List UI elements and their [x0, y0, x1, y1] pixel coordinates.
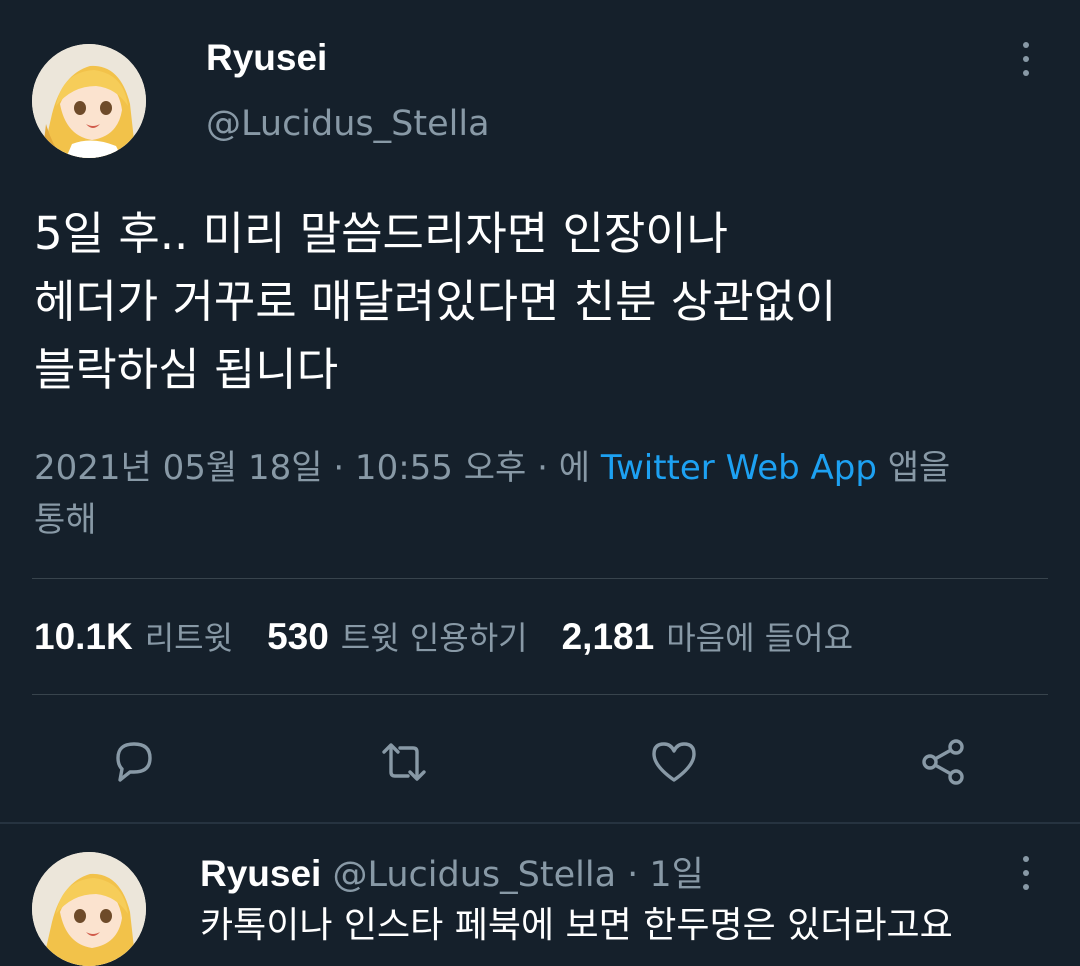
tweet-text-line: 블락하심 됩니다	[34, 343, 339, 396]
avatar-illustration	[32, 852, 146, 966]
avatar-illustration	[32, 44, 146, 158]
tweet-text-line: 5일 후.. 미리 말씀드리자면 인장이나	[34, 207, 729, 260]
reply-text: 카톡이나 인스타 페북에 보면 한두명은 있더라고요	[200, 905, 953, 946]
tweet-text: 5일 후.. 미리 말씀드리자면 인장이나 헤더가 거꾸로 매달려있다면 친분 …	[34, 200, 1054, 404]
reply-handle-time[interactable]: @Lucidus_Stella · 1일	[332, 855, 703, 895]
speech-bubble-icon	[116, 742, 152, 782]
dot	[1023, 70, 1029, 76]
dot	[1023, 56, 1029, 62]
reply-author-avatar[interactable]	[32, 852, 146, 966]
divider	[32, 578, 1048, 579]
share-nodes-icon	[922, 739, 964, 785]
likes-count: 2,181	[561, 616, 655, 657]
author-display-name[interactable]: Ryusei	[206, 38, 327, 78]
dot	[1023, 884, 1029, 890]
retweets-label: 리트윗	[144, 619, 234, 657]
heart-icon	[652, 742, 696, 782]
reply-button[interactable]	[108, 736, 160, 788]
quotes-stat[interactable]: 530 트윗 인용하기	[267, 614, 528, 661]
more-options-icon[interactable]	[1016, 42, 1036, 76]
retweets-stat[interactable]: 10.1K 리트윗	[34, 614, 233, 661]
retweets-count: 10.1K	[34, 616, 133, 657]
dot	[1023, 42, 1029, 48]
tweet-source-link[interactable]: Twitter Web App	[601, 448, 877, 488]
quotes-label: 트윗 인용하기	[340, 619, 528, 657]
reply-more-options-icon[interactable]	[1016, 856, 1036, 890]
author-avatar[interactable]	[32, 44, 146, 158]
engagement-stats: 10.1K 리트윗 530 트윗 인용하기 2,181 마음에 들어요	[34, 614, 887, 661]
reply-header: Ryusei @Lucidus_Stella · 1일	[200, 852, 704, 897]
tweet-metadata: 2021년 05월 18일 · 10:55 오후 · 에 Twitter Web…	[34, 442, 1064, 546]
reply-author-name[interactable]: Ryusei	[200, 853, 321, 894]
source-suffix: 앱을	[887, 448, 951, 488]
quotes-count: 530	[267, 616, 329, 657]
source-suffix-2: 통해	[34, 500, 97, 540]
dot	[1023, 870, 1029, 876]
divider	[32, 694, 1048, 695]
retweet-button[interactable]	[378, 736, 430, 788]
likes-label: 마음에 들어요	[666, 619, 854, 657]
tweet-timestamp[interactable]: 2021년 05월 18일 · 10:55 오후 · 에	[34, 448, 590, 488]
section-divider	[0, 822, 1080, 824]
author-handle[interactable]: @Lucidus_Stella	[206, 104, 490, 144]
share-button[interactable]	[918, 736, 970, 788]
dot	[1023, 856, 1029, 862]
likes-stat[interactable]: 2,181 마음에 들어요	[562, 614, 853, 661]
like-button[interactable]	[648, 736, 700, 788]
retweet-arrows-icon	[382, 743, 426, 781]
tweet-text-line: 헤더가 거꾸로 매달려있다면 친분 상관없이	[34, 275, 837, 328]
